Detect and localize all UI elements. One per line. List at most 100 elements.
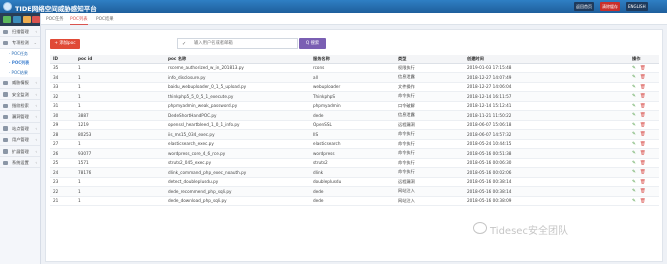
scan-icon: [3, 29, 8, 34]
edit-icon[interactable]: ✎: [632, 75, 636, 80]
home-button[interactable]: 返回首页: [574, 2, 594, 11]
table-cell: 2018-12-14 16:11:57: [464, 91, 629, 102]
edit-icon[interactable]: ✎: [632, 189, 636, 194]
sidebar-subitem[interactable]: · POC列表: [0, 58, 40, 68]
column-header[interactable]: 操作: [629, 55, 659, 64]
table-cell: 命令执行: [395, 158, 464, 168]
delete-icon[interactable]: 🗑: [640, 142, 646, 147]
sidebar-item-label: 漏洞管理: [12, 114, 29, 120]
actions-cell: ✎ 🗑: [629, 158, 659, 168]
table-cell: webuploader: [310, 82, 395, 92]
sidebar-item[interactable]: 扩展管理 ‹: [0, 146, 40, 158]
edit-icon[interactable]: ✎: [632, 132, 636, 137]
table-cell: info_disclosure.py: [165, 72, 310, 83]
edit-icon[interactable]: ✎: [632, 161, 636, 166]
table-cell: 34: [50, 72, 75, 83]
delete-icon[interactable]: 🗑: [640, 161, 646, 166]
table-row: 26 93077 wordpress_core_4_6_rce.py wordpres…: [50, 148, 659, 159]
sidebar-subitem[interactable]: · POC结果: [0, 67, 40, 78]
delete-icon[interactable]: 🗑: [640, 189, 646, 194]
table-cell: 命令执行: [395, 139, 464, 149]
delete-icon[interactable]: 🗑: [640, 132, 646, 137]
shortcut-icon[interactable]: [13, 16, 21, 23]
delete-icon[interactable]: 🗑: [640, 113, 646, 118]
edit-icon[interactable]: ✎: [632, 94, 636, 99]
table-row: 35 1 rsceme_authorized_w_in_201813.py rcons…: [50, 63, 659, 73]
clear-cache-button[interactable]: 清除缓存: [600, 2, 620, 11]
shortcut-icon[interactable]: [23, 16, 31, 23]
sidebar-item[interactable]: 扫描管理 ‹: [0, 26, 40, 38]
sidebar-item[interactable]: 威胁情报 ‹: [0, 77, 40, 89]
column-header[interactable]: poc 名称: [165, 55, 310, 64]
edit-icon[interactable]: ✎: [632, 123, 636, 128]
english-button[interactable]: ENGLISH: [626, 2, 648, 11]
add-poc-button[interactable]: + 添加poc: [50, 39, 80, 49]
table-cell: phpmyadmin_weak_password.py: [165, 101, 310, 111]
table-cell: 1: [75, 196, 165, 206]
app-title: TIDE网络空间威胁感知平台: [15, 5, 97, 13]
sidebar-subitem[interactable]: · POC任务: [0, 48, 40, 59]
column-header[interactable]: 创建时间: [464, 55, 629, 64]
table-cell: phpmyadmin: [310, 101, 395, 111]
table-row: 33 1 baidu_webuploader_0_1_5_upload.py webu…: [50, 82, 659, 92]
sidebar-item[interactable]: 指纹检索 ‹: [0, 100, 40, 112]
delete-icon[interactable]: 🗑: [640, 85, 646, 90]
delete-icon[interactable]: 🗑: [640, 104, 646, 109]
search-input[interactable]: [194, 39, 294, 48]
tab-poc-list[interactable]: POC列表: [70, 16, 88, 25]
table-cell: 命令执行: [395, 148, 464, 159]
table-cell: 2018-12-27 14:07:49: [464, 72, 629, 83]
tab-poc-results[interactable]: POC结果: [96, 16, 114, 22]
sidebar-item[interactable]: 系统设置 ‹: [0, 157, 40, 169]
column-header[interactable]: 类型: [395, 55, 464, 64]
table-cell: 1: [75, 177, 165, 187]
delete-icon[interactable]: 🗑: [640, 66, 646, 71]
table-cell: wordpress: [310, 148, 395, 159]
edit-icon[interactable]: ✎: [632, 142, 636, 147]
chevron-left-icon: ‹: [35, 125, 37, 131]
edit-icon[interactable]: ✎: [632, 66, 636, 71]
sidebar-item[interactable]: 站点管理 ‹: [0, 123, 40, 135]
search-button[interactable]: Q 搜索: [299, 38, 326, 49]
edit-icon[interactable]: ✎: [632, 170, 636, 175]
chevron-left-icon: ‹: [35, 148, 37, 154]
edit-icon[interactable]: ✎: [632, 199, 636, 204]
sidebar-item[interactable]: 漏洞管理 ‹: [0, 111, 40, 123]
delete-icon[interactable]: 🗑: [640, 180, 646, 185]
edit-icon[interactable]: ✎: [632, 113, 636, 118]
table-cell: 25: [50, 158, 75, 168]
sidebar-item[interactable]: 用户管理 ‹: [0, 134, 40, 146]
sidebar-item-label: 扩展管理: [12, 148, 29, 154]
table-row: 27 1 elasticsearch_exec.py elasticsearch 命令执…: [50, 139, 659, 149]
delete-icon[interactable]: 🗑: [640, 151, 646, 156]
table-cell: dede_download_php_sqli.py: [165, 196, 310, 206]
edit-icon[interactable]: ✎: [632, 151, 636, 156]
edit-icon[interactable]: ✎: [632, 180, 636, 185]
sidebar-item[interactable]: 安全监测 ‹: [0, 89, 40, 101]
delete-icon[interactable]: 🗑: [640, 75, 646, 80]
delete-icon[interactable]: 🗑: [640, 123, 646, 128]
edit-icon[interactable]: ✎: [632, 104, 636, 109]
shortcut-icon[interactable]: [32, 16, 40, 23]
tab-poc-tasks[interactable]: POC任务: [46, 16, 64, 22]
delete-icon[interactable]: 🗑: [640, 199, 646, 204]
table-cell: 21: [50, 196, 75, 206]
delete-icon[interactable]: 🗑: [640, 170, 646, 175]
table-cell: 命令执行: [395, 129, 464, 140]
table-row: 22 1 dede_recommend_php_sqli.py dede 网站注入 201…: [50, 186, 659, 197]
table-cell: dede: [310, 186, 395, 197]
table-row: 23 1 detect_doubleplusdu.py doubleplusdu 远程漏…: [50, 177, 659, 187]
table-row: 31 1 phpmyadmin_weak_password.py phpmyadmin…: [50, 101, 659, 111]
extension-icon: [3, 149, 8, 154]
wechat-icon: [473, 222, 487, 234]
delete-icon[interactable]: 🗑: [640, 94, 646, 99]
actions-cell: ✎ 🗑: [629, 196, 659, 206]
check-icon[interactable]: ✓: [182, 41, 186, 47]
column-header[interactable]: ID: [50, 55, 75, 64]
sidebar-item[interactable]: 专项检测 ⌄: [0, 37, 40, 49]
table-cell: dlink: [310, 167, 395, 178]
edit-icon[interactable]: ✎: [632, 85, 636, 90]
column-header[interactable]: 服务名称: [310, 55, 395, 64]
shortcut-icon[interactable]: [3, 16, 11, 23]
column-header[interactable]: poc id: [75, 55, 165, 64]
